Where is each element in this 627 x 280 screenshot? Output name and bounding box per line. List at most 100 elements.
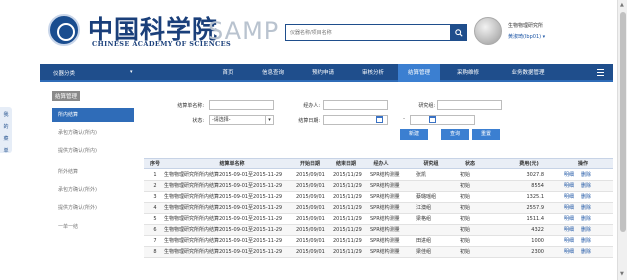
table-row[interactable]: 7 生物物理研究所所内结算2015-09-01至2015-11-29 2015/09… <box>144 236 613 247</box>
cell-fee: 1511.4 <box>526 216 545 222</box>
cell-operator: SPR结构测量 <box>370 172 400 178</box>
cell-end-date: 2015/11/29 <box>333 172 362 178</box>
detail-link[interactable]: 明细 <box>564 192 574 203</box>
cell-start-date: 2015/09/01 <box>296 238 325 244</box>
cell-index: 2 <box>153 183 157 189</box>
nav-item-review[interactable]: 审核分析 <box>353 64 393 82</box>
detail-link[interactable]: 明细 <box>564 236 574 247</box>
date-end-input[interactable] <box>410 115 475 125</box>
cell-name: 生物物理研究所所内结算2015-09-01至2015-11-29 <box>164 249 283 255</box>
cell-start-date: 2015/09/01 <box>296 216 325 222</box>
cell-group <box>416 225 450 236</box>
table-row[interactable]: 4 生物物理研究所所内结算2015-09-01至2015-11-29 2015/09… <box>144 203 613 214</box>
cell-fee: 1000 <box>531 238 544 244</box>
cell-index: 1 <box>153 172 157 178</box>
cell-index: 5 <box>153 216 157 222</box>
instrument-category-select[interactable]: 仪器分类 <box>53 69 75 77</box>
cell-status: 初始 <box>460 172 471 178</box>
delete-link[interactable]: 删除 <box>581 170 591 181</box>
date-separator: - <box>403 116 405 122</box>
calendar-icon[interactable] <box>376 116 383 123</box>
nav-item-settlement[interactable]: 结算管理 <box>398 64 440 82</box>
detail-link[interactable]: 明细 <box>564 181 574 192</box>
col-header-actions: 操作 <box>577 161 588 167</box>
reset-button[interactable]: 重置 <box>472 129 500 140</box>
chevron-down-icon[interactable]: ▾ <box>130 69 133 75</box>
operator-input[interactable] <box>323 100 388 110</box>
sidebar-item-external-settlement[interactable]: 所外结算 <box>52 165 134 179</box>
cell-end-date: 2015/11/29 <box>333 249 362 255</box>
scrollbar-thumb[interactable] <box>620 12 626 232</box>
sidebar-item-per-order-settlement[interactable]: 一单一结 <box>52 220 134 234</box>
sidebar-item-contractor-confirm-internal[interactable]: 承包方确认(所内) <box>52 126 134 140</box>
user-org: 生物物理研究所 <box>508 23 544 29</box>
col-header-fee: 费用(元) <box>519 161 539 167</box>
cell-fee: 2300 <box>531 249 544 255</box>
new-button[interactable]: 新建 <box>400 129 428 140</box>
sidebar-item-provider-confirm-external[interactable]: 提供方确认(所外) <box>52 201 134 215</box>
vertical-scrollbar[interactable]: ▲ ▼ <box>617 0 627 280</box>
delete-link[interactable]: 删除 <box>581 236 591 247</box>
nav-item-booking[interactable]: 预约申请 <box>303 64 343 82</box>
user-menu[interactable]: 黄淑琦(Ibp01) ▾ <box>508 33 545 40</box>
cell-start-date: 2015/09/01 <box>296 205 325 211</box>
delete-link[interactable]: 删除 <box>581 181 591 192</box>
delete-link[interactable]: 删除 <box>581 225 591 236</box>
detail-link[interactable]: 明细 <box>564 247 574 258</box>
cas-logo-icon <box>48 14 80 46</box>
sidebar-item-provider-confirm-internal[interactable]: 提供方确认(所内) <box>52 144 134 158</box>
status-select[interactable]: -请选择- ▾ <box>209 115 274 125</box>
detail-link[interactable]: 明细 <box>564 203 574 214</box>
cell-status: 初始 <box>460 205 471 211</box>
cell-operator: SPR结构测量 <box>370 205 400 211</box>
delete-link[interactable]: 删除 <box>581 214 591 225</box>
cell-status: 初始 <box>460 238 471 244</box>
query-button[interactable]: 查询 <box>441 129 469 140</box>
table-row[interactable]: 3 生物物理研究所所内结算2015-09-01至2015-11-29 2015/09… <box>144 192 613 203</box>
detail-link[interactable]: 明细 <box>564 225 574 236</box>
research-group-input[interactable] <box>437 100 502 110</box>
cell-group: 田进组 <box>416 238 432 244</box>
detail-link[interactable]: 明细 <box>564 214 574 225</box>
table-row[interactable]: 6 生物物理研究所所内结算2015-09-01至2015-11-29 2015/09… <box>144 225 613 236</box>
cell-end-date: 2015/11/29 <box>333 227 362 233</box>
search-icon <box>455 28 463 37</box>
nav-item-procurement[interactable]: 采购维修 <box>448 64 488 82</box>
cell-index: 8 <box>153 249 157 255</box>
calendar-icon[interactable] <box>429 116 436 123</box>
table-row[interactable]: 1 生物物理研究所所内结算2015-09-01至2015-11-29 2015/09… <box>144 170 613 181</box>
research-group-label: 研究组: <box>418 103 435 109</box>
table-row[interactable]: 8 生物物理研究所所内结算2015-09-01至2015-11-29 2015/09… <box>144 247 613 258</box>
scroll-up-icon[interactable]: ▲ <box>620 2 624 8</box>
scroll-down-icon[interactable]: ▼ <box>620 271 624 277</box>
settlement-name-input[interactable] <box>209 100 274 110</box>
detail-link[interactable]: 明细 <box>564 170 574 181</box>
table-row[interactable]: 2 生物物理研究所所内结算2015-09-01至2015-11-29 2015/09… <box>144 181 613 192</box>
nav-item-home[interactable]: 首页 <box>213 64 243 82</box>
delete-link[interactable]: 删除 <box>581 203 591 214</box>
my-menu-tab-char: 菜 <box>3 136 9 142</box>
cell-name: 生物物理研究所所内结算2015-09-01至2015-11-29 <box>164 183 283 189</box>
samp-logo: SAMP <box>208 17 280 45</box>
search-input[interactable] <box>286 25 450 40</box>
nav-item-info-query[interactable]: 信息查询 <box>253 64 293 82</box>
cell-start-date: 2015/09/01 <box>296 227 325 233</box>
avatar[interactable] <box>474 17 502 45</box>
delete-link[interactable]: 删除 <box>581 192 591 203</box>
sidebar-item-internal-settlement[interactable]: 所内结算 <box>52 108 134 122</box>
sidebar-item-contractor-confirm-external[interactable]: 承包方确认(所外) <box>52 183 134 197</box>
cell-status: 初始 <box>460 227 471 233</box>
search-box[interactable] <box>285 24 451 41</box>
cell-name: 生物物理研究所所内结算2015-09-01至2015-11-29 <box>164 172 283 178</box>
cell-fee: 1325.1 <box>526 194 545 200</box>
cell-operator: SPR结构测量 <box>370 227 400 233</box>
nav-item-business-data[interactable]: 业务数据管理 <box>498 64 558 82</box>
cell-name: 生物物理研究所所内结算2015-09-01至2015-11-29 <box>164 227 283 233</box>
my-menu-tab[interactable]: 我 的 菜 单 <box>0 107 12 154</box>
menu-icon[interactable] <box>597 69 604 76</box>
cell-operator: SPR结构测量 <box>370 216 400 222</box>
table-row[interactable]: 5 生物物理研究所所内结算2015-09-01至2015-11-29 2015/09… <box>144 214 613 225</box>
search-button[interactable] <box>451 24 467 41</box>
cell-index: 4 <box>153 205 157 211</box>
delete-link[interactable]: 删除 <box>581 247 591 258</box>
